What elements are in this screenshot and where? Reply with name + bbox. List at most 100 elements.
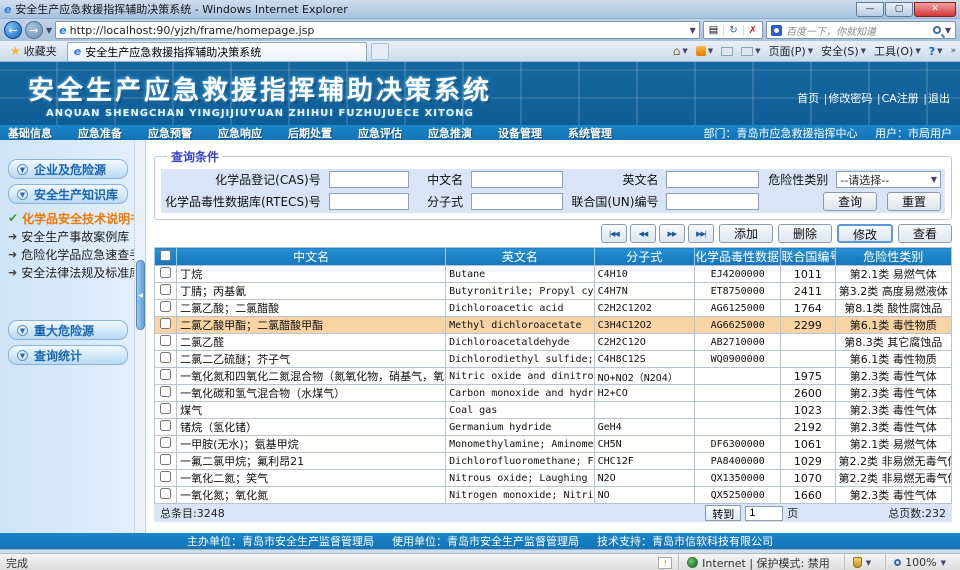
prev-page-button[interactable]: ◀◀ xyxy=(630,224,656,243)
splitter-collapse-handle[interactable]: ◀ xyxy=(136,260,145,330)
stop-icon[interactable]: ✗ xyxy=(743,25,762,36)
row-checkbox[interactable] xyxy=(160,267,171,278)
page-menu[interactable]: 页面(P)▼ xyxy=(768,43,813,59)
protection-indicator[interactable]: ▼ xyxy=(844,554,879,570)
modify-button[interactable]: 修改 xyxy=(837,224,893,243)
minimize-button[interactable]: — xyxy=(856,2,884,17)
back-button[interactable]: ← xyxy=(4,21,22,39)
print-button[interactable]: ▼ xyxy=(741,47,760,56)
compatibility-view-icon[interactable]: ▤ xyxy=(704,25,723,36)
view-button[interactable]: 查看 xyxy=(898,224,952,243)
nav-item[interactable]: 应急响应 xyxy=(218,125,262,141)
sidebar-group-enterprise[interactable]: ▼ 企业及危险源 xyxy=(8,159,128,179)
col-cn-name[interactable]: 中文名 xyxy=(177,248,446,266)
sidebar-group-knowledge[interactable]: ▼ 安全生产知识库 xyxy=(8,184,128,204)
table-row[interactable]: 二氯乙酸甲酯；二氯醋酸甲酯Methyl dichloroacetateC3H4C… xyxy=(155,317,952,334)
mail-button[interactable] xyxy=(721,47,733,56)
table-row[interactable]: 锗烷（氢化锗）Germanium hydrideGeH42192第2.3类 毒性… xyxy=(155,419,952,436)
page-status-icon[interactable]: ! xyxy=(658,557,672,569)
sidebar-item-accident-cases[interactable]: ➜ 安全生产事故案例库 xyxy=(8,227,130,245)
row-checkbox[interactable] xyxy=(160,386,171,397)
delete-button[interactable]: 删除 xyxy=(778,224,832,243)
row-checkbox[interactable] xyxy=(160,488,171,499)
row-checkbox[interactable] xyxy=(160,471,171,482)
maximize-button[interactable]: ▢ xyxy=(885,2,913,17)
select-all-checkbox[interactable] xyxy=(160,250,171,261)
nav-item[interactable]: 应急预警 xyxy=(148,125,192,141)
nav-item[interactable]: 应急推演 xyxy=(428,125,472,141)
row-checkbox[interactable] xyxy=(160,454,171,465)
row-checkbox[interactable] xyxy=(160,437,171,448)
header-link[interactable]: 退出 xyxy=(928,92,950,105)
zoom-control[interactable]: 100% ▼ xyxy=(885,554,954,570)
nav-item[interactable]: 应急评估 xyxy=(358,125,402,141)
hazard-class-select[interactable]: --请选择-- ▼ xyxy=(836,171,941,188)
search-dropdown-icon[interactable]: ▼ xyxy=(945,26,951,35)
tools-menu[interactable]: 工具(O)▼ xyxy=(874,43,921,59)
chevron-more-icon[interactable]: » xyxy=(950,46,956,56)
refresh-icon[interactable]: ↻ xyxy=(723,25,742,36)
safety-menu[interactable]: 安全(S)▼ xyxy=(821,43,866,59)
cn-name-input[interactable] xyxy=(471,171,563,188)
table-row[interactable]: 一甲胺(无水)；氨基甲烷Monomethylamine; Aminomethan… xyxy=(155,436,952,453)
url-text[interactable]: http://localhost:90/yjzh/frame/homepage.… xyxy=(70,24,687,37)
table-row[interactable]: 丁烷ButaneC4H10EJ42000001011第2.1类 易燃气体 xyxy=(155,266,952,283)
add-button[interactable]: 添加 xyxy=(719,224,773,243)
active-tab[interactable]: e 安全生产应急救援指挥辅助决策系统 xyxy=(67,42,367,61)
table-row[interactable]: 二氯二乙硫醚；芥子气Dichlorodiethyl sulfide; Musta… xyxy=(155,351,952,368)
table-row[interactable]: 二氯乙酸；二氯醋酸Dichloroacetic acidC2H2C12O2AG6… xyxy=(155,300,952,317)
col-en-name[interactable]: 英文名 xyxy=(446,248,595,266)
en-name-input[interactable] xyxy=(666,171,758,188)
table-row[interactable]: 一氟二氯甲烷；氟利昂21Dichlorofluoromethane; Freon… xyxy=(155,453,952,470)
sidebar-item-chemical-msds[interactable]: ✔ 化学品安全技术说明书 xyxy=(8,209,130,227)
row-checkbox[interactable] xyxy=(160,318,171,329)
goto-page-input[interactable] xyxy=(745,506,783,521)
col-rtecs[interactable]: 化学品毒性数据… xyxy=(695,248,781,266)
close-button[interactable]: ✕ xyxy=(914,2,956,17)
col-formula[interactable]: 分子式 xyxy=(594,248,694,266)
row-checkbox[interactable] xyxy=(160,284,171,295)
header-link[interactable]: CA注册 xyxy=(882,92,919,105)
row-checkbox[interactable] xyxy=(160,301,171,312)
last-page-button[interactable]: ▶▶| xyxy=(688,224,714,243)
search-box[interactable]: 百度一下，你就知道 ▼ xyxy=(766,21,956,39)
nav-item[interactable]: 基础信息 xyxy=(8,125,52,141)
table-row[interactable]: 煤气Coal gas1023第2.3类 毒性气体 xyxy=(155,402,952,419)
table-row[interactable]: 二氯乙醛DichloroacetaldehydeC2H2C12OAB271000… xyxy=(155,334,952,351)
url-dropdown-icon[interactable]: ▼ xyxy=(690,26,696,35)
nav-item[interactable]: 系统管理 xyxy=(568,125,612,141)
col-un-number[interactable]: 联合国编号 xyxy=(781,248,835,266)
reset-button[interactable]: 重置 xyxy=(887,192,941,211)
next-page-button[interactable]: ▶▶ xyxy=(659,224,685,243)
col-hazard-class[interactable]: 危险性类别 xyxy=(835,248,951,266)
row-checkbox[interactable] xyxy=(160,352,171,363)
sidebar-splitter[interactable]: ◀ xyxy=(134,140,146,533)
first-page-button[interactable]: |◀◀ xyxy=(601,224,627,243)
cas-input[interactable] xyxy=(329,171,409,188)
search-icon[interactable] xyxy=(933,26,941,34)
search-button[interactable]: 查询 xyxy=(823,192,877,211)
url-field[interactable]: e http://localhost:90/yjzh/frame/homepag… xyxy=(55,21,700,39)
row-checkbox[interactable] xyxy=(160,369,171,380)
table-row[interactable]: 丁腈；丙基氰Butyronitrile; Propyl cyanideC4H7N… xyxy=(155,283,952,300)
header-link[interactable]: 首页 xyxy=(797,92,819,105)
nav-item[interactable]: 应急准备 xyxy=(78,125,122,141)
formula-input[interactable] xyxy=(471,193,563,210)
table-row[interactable]: 一氧化碳和氢气混合物（水煤气）Carbon monoxide and hydro… xyxy=(155,385,952,402)
row-checkbox[interactable] xyxy=(160,420,171,431)
nav-item[interactable]: 设备管理 xyxy=(498,125,542,141)
favorites-button[interactable]: ★ 收藏夹 xyxy=(4,42,63,60)
sidebar-item-quick-reference[interactable]: ➜ 危险化学品应急速查手… xyxy=(8,245,130,263)
sidebar-group-query-stats[interactable]: ▼ 查询统计 xyxy=(8,345,128,365)
sidebar-group-major-hazards[interactable]: ▼ 重大危险源 xyxy=(8,320,128,340)
goto-page-button[interactable]: 转到 xyxy=(705,505,741,521)
nav-item[interactable]: 后期处置 xyxy=(288,125,332,141)
forward-button[interactable]: → xyxy=(25,21,43,39)
table-row[interactable]: 一氧化二氮；笑气Nitrous oxide; Laughing gasN2OQX… xyxy=(155,470,952,487)
history-dropdown-icon[interactable]: ▼ xyxy=(46,26,52,35)
header-link[interactable]: 修改密码 xyxy=(828,92,872,105)
sidebar-item-laws-standards[interactable]: ➜ 安全法律法规及标准库 xyxy=(8,263,130,281)
new-tab-button[interactable] xyxy=(371,43,389,60)
table-row[interactable]: 一氧化氮；氧化氮Nitrogen monoxide; Nitric oxideN… xyxy=(155,487,952,504)
search-input[interactable]: 百度一下，你就知道 xyxy=(786,23,929,38)
